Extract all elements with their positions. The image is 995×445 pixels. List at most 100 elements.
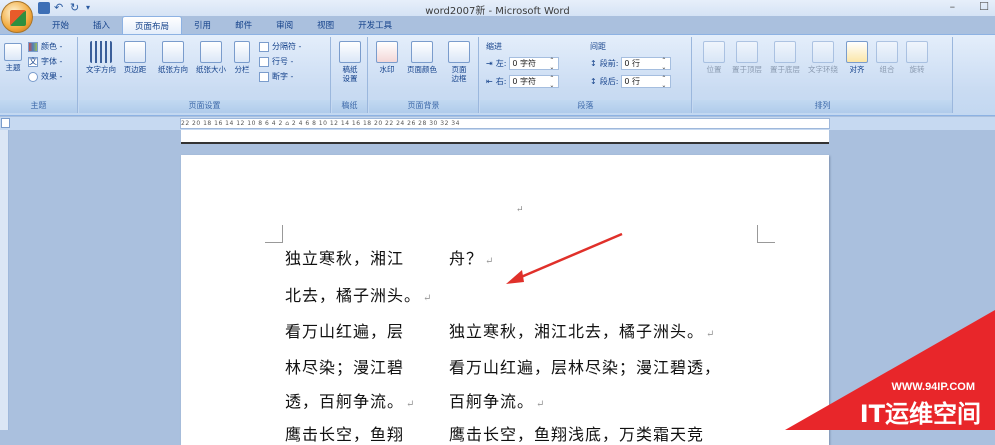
send-back-icon <box>774 41 796 63</box>
page-borders-button[interactable]: 页面 边框 <box>445 41 473 83</box>
restore-button[interactable]: ☐ <box>979 0 989 13</box>
doc-line-left: 透，百舸争流。 ↵ <box>285 392 416 411</box>
tab-mailings[interactable]: 邮件 <box>223 16 264 34</box>
fonts-icon: 文 <box>28 56 38 67</box>
doc-line-right: 独立寒秋，湘江北去，橘子洲头。 ↵ <box>449 322 716 341</box>
group-objects-icon <box>876 41 898 63</box>
tab-insert[interactable]: 插入 <box>81 16 122 34</box>
margins-button[interactable]: 页边距 <box>119 41 151 74</box>
tab-selector-icon[interactable] <box>1 118 10 128</box>
size-button[interactable]: 纸张大小 <box>193 41 229 74</box>
quick-access-toolbar: ↶ ↻ ▾ <box>38 1 98 15</box>
previous-page-bottom <box>181 130 829 144</box>
horizontal-ruler[interactable]: 22 20 18 16 14 12 10 8 6 4 2 ⌂ 2 4 6 8 1… <box>180 118 830 129</box>
svg-text:IT运维空间: IT运维空间 <box>860 400 981 428</box>
minimize-button[interactable]: – <box>950 0 956 13</box>
theme-effects-button[interactable]: 效果 - <box>28 71 62 82</box>
doc-line-right: 百舸争流。 ↵ <box>449 392 546 411</box>
spacing-before-input[interactable]: 0 行 <box>621 57 672 71</box>
page-size-icon <box>200 41 222 63</box>
orientation-icon <box>162 41 184 63</box>
group-title: 排列 <box>693 100 952 113</box>
text-wrap-icon <box>812 41 834 63</box>
group-title: 稿纸 <box>332 100 367 113</box>
position-icon <box>703 41 725 63</box>
theme-colors-button[interactable]: 颜色 - <box>28 41 62 52</box>
customize-qat-icon[interactable]: ▾ <box>86 2 98 14</box>
window-title: word2007新 - Microsoft Word <box>425 6 570 17</box>
group-objects-button[interactable]: 组合 <box>873 41 901 74</box>
columns-button[interactable]: 分栏 <box>229 41 255 74</box>
group-page-setup: 文字方向 页边距 纸张方向 纸张大小 分栏 分隔符 - 行号 - 断字 - 页面… <box>79 37 331 113</box>
doc-line-left: 看万山红遍，层 <box>285 322 405 341</box>
align-icon <box>846 41 868 63</box>
tab-page-layout[interactable]: 页面布局 <box>122 16 183 34</box>
theme-fonts-button[interactable]: 文字体 - <box>28 56 62 67</box>
indent-label: 缩进 <box>486 42 502 51</box>
bring-front-icon <box>736 41 758 63</box>
margins-icon <box>124 41 146 63</box>
redo-icon[interactable]: ↻ <box>70 2 82 14</box>
doc-line-right: 鹰击长空，鱼翔浅底，万类霜天竞 <box>449 425 705 444</box>
office-button[interactable] <box>1 1 33 33</box>
watermark-icon <box>376 41 398 63</box>
paragraph-mark: ↵ <box>516 205 525 215</box>
orientation-button[interactable]: 纸张方向 <box>155 41 191 74</box>
rotate-button[interactable]: 旋转 <box>903 41 931 74</box>
indent-left-input[interactable]: 0 字符 <box>509 57 560 71</box>
title-bar: word2007新 - Microsoft Word – ☐ <box>0 0 995 17</box>
bring-front-button[interactable]: 置于顶层 <box>729 41 765 74</box>
draft-settings-button[interactable]: 稿纸 设置 <box>335 41 365 83</box>
tab-references[interactable]: 引用 <box>182 16 223 34</box>
spacing-label: 间距 <box>590 42 606 51</box>
ribbon: 主题 颜色 - 文字体 - 效果 - 主题 文字方向 页边距 纸张方向 纸张大小… <box>0 34 995 116</box>
breaks-button[interactable]: 分隔符 - <box>259 41 301 52</box>
hyphenation-button[interactable]: 断字 - <box>259 71 293 82</box>
hyphenation-icon <box>259 71 269 82</box>
watermark-button[interactable]: 水印 <box>373 41 401 74</box>
vertical-ruler[interactable] <box>0 130 9 430</box>
line-numbers-button[interactable]: 行号 - <box>259 56 293 67</box>
office-logo-icon <box>10 10 26 26</box>
theme-button[interactable]: 主题 <box>2 43 24 72</box>
corner-mark <box>265 225 283 243</box>
group-page-background: 水印 页面颜色 页面 边框 页面背景 <box>369 37 479 113</box>
indent-left-icon: ⇥ <box>486 59 493 68</box>
group-theme: 主题 颜色 - 文字体 - 效果 - 主题 <box>0 37 78 113</box>
group-title: 页面背景 <box>369 100 478 113</box>
align-button[interactable]: 对齐 <box>843 41 871 74</box>
spacing-before-icon: ↕ <box>590 59 597 68</box>
line-numbers-icon <box>259 56 269 67</box>
colors-icon <box>28 41 38 52</box>
indent-right-input[interactable]: 0 字符 <box>509 75 560 89</box>
corner-mark <box>757 225 775 243</box>
spacing-after-input[interactable]: 0 行 <box>621 75 672 89</box>
tab-home[interactable]: 开始 <box>40 16 81 34</box>
tab-view[interactable]: 视图 <box>305 16 346 34</box>
document-page[interactable]: ↵ 独立寒秋，湘江 舟？ ↵ 北去，橘子洲头。 ↵ 看万山红遍，层 独立寒秋，湘江北… <box>181 155 829 445</box>
doc-line-right: 看万山红遍，层林尽染；漫江碧透， <box>449 358 722 377</box>
doc-line-left: 独立寒秋，湘江 <box>285 249 405 268</box>
ribbon-tabs: 开始 插入 页面布局 引用 邮件 审阅 视图 开发工具 <box>40 16 404 34</box>
doc-line-right: 舟？ ↵ <box>449 249 495 268</box>
doc-line-left: 林尽染；漫江碧 <box>285 358 405 377</box>
group-title: 页面设置 <box>79 100 330 113</box>
group-title: 主题 <box>0 100 77 113</box>
tab-developer[interactable]: 开发工具 <box>346 16 404 34</box>
spacing-before-row: ↕ 段前: 0 行 <box>590 57 672 71</box>
group-paragraph: 缩进 间距 ⇥左:0 字符 ⇤右:0 字符 ↕段前:0 行 ↕段后:0 行 段落 <box>480 37 692 113</box>
text-direction-button[interactable]: 文字方向 <box>83 41 119 74</box>
text-wrap-button[interactable]: 文字环绕 <box>805 41 841 74</box>
columns-icon <box>234 41 250 63</box>
undo-icon[interactable]: ↶ <box>54 2 66 14</box>
group-title: 段落 <box>480 100 691 113</box>
page-color-button[interactable]: 页面颜色 <box>403 41 441 74</box>
send-back-button[interactable]: 置于底层 <box>767 41 803 74</box>
indent-left-row: ⇥ 左: 0 字符 <box>486 57 560 71</box>
draft-paper-icon <box>339 41 361 63</box>
effects-icon <box>28 71 38 82</box>
position-button[interactable]: 位置 <box>701 41 727 74</box>
text-direction-icon <box>90 41 112 63</box>
save-icon[interactable] <box>38 2 50 14</box>
tab-review[interactable]: 审阅 <box>264 16 305 34</box>
